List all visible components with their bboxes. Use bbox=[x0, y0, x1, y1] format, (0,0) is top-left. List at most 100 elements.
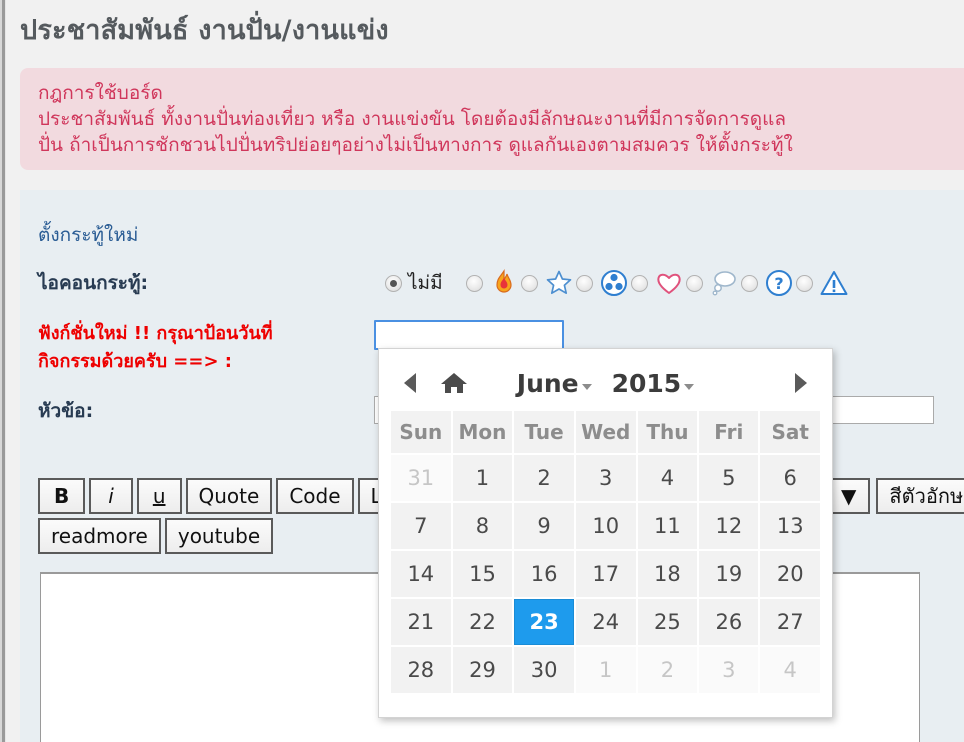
calendar-day[interactable]: 10 bbox=[575, 503, 636, 549]
calendar-week-row: 7 8 9 10 11 12 13 bbox=[391, 503, 820, 549]
text-color-button[interactable]: สีตัวอักษ bbox=[876, 478, 964, 514]
calendar-weekday-sun: Sun bbox=[391, 411, 451, 453]
calendar-day[interactable]: 14 bbox=[391, 551, 451, 597]
date-picker-header: June 2015 bbox=[389, 357, 822, 409]
calendar-day[interactable]: 27 bbox=[760, 599, 820, 645]
next-month-button[interactable] bbox=[788, 370, 814, 396]
quote-button[interactable]: Quote bbox=[185, 478, 273, 514]
activity-date-input[interactable] bbox=[374, 320, 564, 350]
heart-icon[interactable] bbox=[654, 268, 684, 298]
topic-icon-radio-group: ไม่มี ? bbox=[385, 268, 851, 298]
calendar-day[interactable]: 16 bbox=[514, 551, 574, 597]
bbcode-toolbar-right-group: ▼ สีตัวอักษ bbox=[827, 478, 964, 514]
chevron-down-icon-month bbox=[581, 384, 592, 390]
calendar-weekday-thu: Thu bbox=[637, 411, 698, 453]
subject-field-label: หัวข้อ: bbox=[38, 400, 94, 422]
calendar-day[interactable]: 19 bbox=[699, 551, 759, 597]
code-button[interactable]: Code bbox=[276, 478, 354, 514]
rules-line-2: ปั่น ถ้าเป็นการชักชวนไปปั่นทริปย่อยๆอย่า… bbox=[38, 134, 793, 156]
calendar-weekday-row: Sun Mon Tue Wed Thu Fri Sat bbox=[391, 411, 820, 453]
calendar-day[interactable]: 28 bbox=[391, 647, 451, 693]
calendar-week-row: 14 15 16 17 18 19 20 bbox=[391, 551, 820, 597]
calendar-day[interactable]: 11 bbox=[637, 503, 698, 549]
chevron-left-icon bbox=[404, 373, 416, 393]
radio-icon-warning[interactable] bbox=[795, 274, 813, 292]
calendar-weekday-tue: Tue bbox=[514, 411, 574, 453]
chevron-right-icon bbox=[795, 373, 807, 393]
thought-bubble-icon[interactable] bbox=[709, 268, 739, 298]
calendar-weekday-wed: Wed bbox=[575, 411, 636, 453]
calendar-day[interactable]: 31 bbox=[391, 455, 451, 501]
calendar-day[interactable]: 30 bbox=[514, 647, 574, 693]
question-mark-icon[interactable]: ? bbox=[764, 268, 794, 298]
readmore-button[interactable]: readmore bbox=[38, 518, 161, 554]
page-title: ประชาสัมพันธ์ งานปั่น/งานแข่ง bbox=[20, 15, 389, 46]
underline-button[interactable]: u bbox=[136, 478, 182, 514]
star-icon[interactable] bbox=[544, 268, 574, 298]
prev-month-button[interactable] bbox=[397, 370, 423, 396]
calendar-day[interactable]: 20 bbox=[760, 551, 820, 597]
calendar-day[interactable]: 7 bbox=[391, 503, 451, 549]
radio-icon-question[interactable] bbox=[740, 274, 758, 292]
calendar-day[interactable]: 26 bbox=[699, 599, 759, 645]
rules-heading: กฎการใช้บอร์ด bbox=[38, 82, 163, 104]
warning-triangle-icon[interactable] bbox=[819, 268, 849, 298]
clover-icon[interactable] bbox=[599, 268, 629, 298]
calendar-day[interactable]: 4 bbox=[637, 455, 698, 501]
calendar-day[interactable]: 5 bbox=[699, 455, 759, 501]
calendar-day[interactable]: 21 bbox=[391, 599, 451, 645]
month-select[interactable]: June bbox=[517, 369, 592, 398]
board-rules-box: กฎการใช้บอร์ด ประชาสัมพันธ์ ทั้งงานปั่นท… bbox=[20, 68, 964, 170]
radio-icon-heart[interactable] bbox=[630, 274, 648, 292]
calendar-day[interactable]: 3 bbox=[575, 455, 636, 501]
calendar-week-row: 31 1 2 3 4 5 6 bbox=[391, 455, 820, 501]
calendar-day[interactable]: 3 bbox=[699, 647, 759, 693]
chevron-down-icon-year bbox=[684, 384, 695, 390]
page-root: ประชาสัมพันธ์ งานปั่น/งานแข่ง กฎการใช้บอ… bbox=[0, 0, 964, 742]
radio-icon-flame[interactable] bbox=[465, 274, 483, 292]
date-label-line-1: ฟังก์ชั่นใหม่ !! กรุณาป้อนวันที่ bbox=[38, 323, 273, 344]
calendar-weekday-fri: Fri bbox=[699, 411, 759, 453]
calendar-day[interactable]: 8 bbox=[452, 503, 513, 549]
calendar-day[interactable]: 15 bbox=[452, 551, 513, 597]
flame-icon[interactable] bbox=[489, 268, 519, 298]
calendar-day[interactable]: 13 bbox=[760, 503, 820, 549]
radio-icon-none[interactable] bbox=[385, 274, 402, 292]
calendar-week-row: 28 29 30 1 2 3 4 bbox=[391, 647, 820, 693]
youtube-button[interactable]: youtube bbox=[164, 518, 274, 554]
calendar-day[interactable]: 18 bbox=[637, 551, 698, 597]
bold-button[interactable]: B bbox=[38, 478, 86, 514]
calendar-day[interactable]: 17 bbox=[575, 551, 636, 597]
calendar-day[interactable]: 25 bbox=[637, 599, 698, 645]
calendar-day[interactable]: 6 bbox=[760, 455, 820, 501]
date-picker-popup: June 2015 Sun Mon Tue Wed Thu Fri Sat 31 1 2 3 4 5 6… bbox=[378, 348, 833, 718]
calendar-day[interactable]: 1 bbox=[575, 647, 636, 693]
calendar-day[interactable]: 22 bbox=[452, 599, 513, 645]
calendar-day-selected[interactable]: 23 bbox=[514, 599, 574, 645]
window-left-scrollbar[interactable] bbox=[0, 0, 6, 742]
radio-none-label: ไม่มี bbox=[408, 272, 443, 294]
calendar-grid: Sun Mon Tue Wed Thu Fri Sat 31 1 2 3 4 5 6 7 8 9 10 11 12 1… bbox=[389, 409, 822, 695]
date-field-label: ฟังก์ชั่นใหม่ !! กรุณาป้อนวันที่ กิจกรรม… bbox=[38, 320, 368, 376]
radio-icon-star[interactable] bbox=[520, 274, 538, 292]
font-size-dropdown-button[interactable]: ▼ bbox=[827, 478, 871, 514]
radio-icon-clover[interactable] bbox=[575, 274, 593, 292]
today-home-button[interactable] bbox=[437, 368, 471, 398]
year-select[interactable]: 2015 bbox=[612, 369, 695, 398]
year-label: 2015 bbox=[611, 368, 682, 398]
calendar-day[interactable]: 24 bbox=[575, 599, 636, 645]
calendar-week-row: 21 22 23 24 25 26 27 bbox=[391, 599, 820, 645]
calendar-day[interactable]: 2 bbox=[514, 455, 574, 501]
calendar-day[interactable]: 29 bbox=[452, 647, 513, 693]
home-icon bbox=[441, 373, 467, 393]
calendar-day[interactable]: 2 bbox=[637, 647, 698, 693]
new-topic-link[interactable]: ตั้งกระทู้ใหม่ bbox=[38, 220, 138, 250]
calendar-day[interactable]: 4 bbox=[760, 647, 820, 693]
calendar-body: 31 1 2 3 4 5 6 7 8 9 10 11 12 13 14 15 16 17 18 19 20 21 22 23 2… bbox=[391, 455, 820, 693]
italic-button[interactable]: i bbox=[89, 478, 133, 514]
calendar-day[interactable]: 9 bbox=[514, 503, 574, 549]
month-label: June bbox=[516, 368, 579, 398]
calendar-day[interactable]: 12 bbox=[699, 503, 759, 549]
radio-icon-thought[interactable] bbox=[685, 274, 703, 292]
calendar-day[interactable]: 1 bbox=[452, 455, 513, 501]
